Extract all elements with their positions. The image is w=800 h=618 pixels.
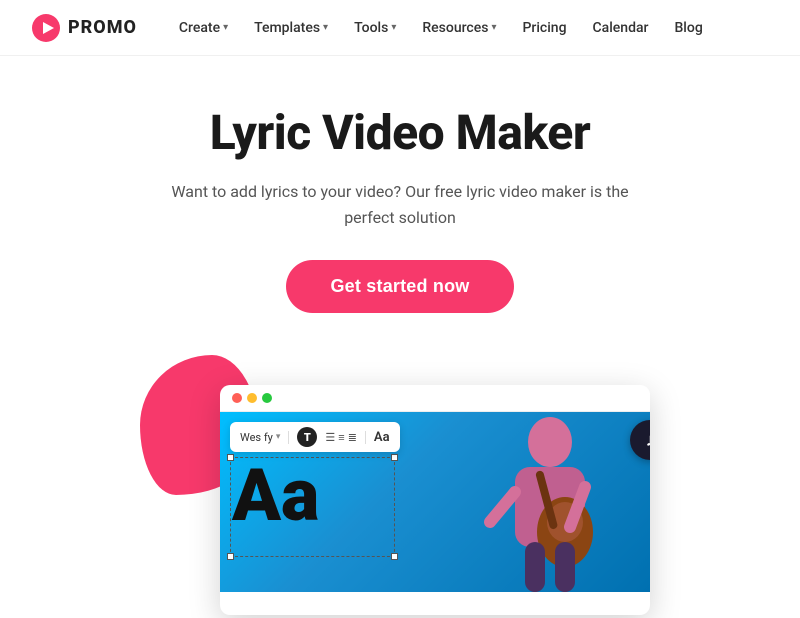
text-align-controls: ☰ ≡ ≣ bbox=[325, 431, 366, 444]
align-right-icon[interactable]: ≣ bbox=[348, 431, 357, 444]
preview-container: Wes fy ▾ T ☰ ≡ ≣ Aa bbox=[170, 365, 630, 605]
music-button[interactable]: ♪ bbox=[630, 420, 650, 460]
selection-handle-bl[interactable] bbox=[227, 553, 234, 560]
selection-handle-tl[interactable] bbox=[227, 454, 234, 461]
cta-button[interactable]: Get started now bbox=[286, 260, 513, 313]
nav-item-calendar[interactable]: Calendar bbox=[583, 14, 659, 42]
video-background: Wes fy ▾ T ☰ ≡ ≣ Aa bbox=[220, 412, 650, 592]
chevron-down-icon: ▾ bbox=[491, 22, 496, 33]
browser-topbar bbox=[220, 385, 650, 412]
nav-item-blog[interactable]: Blog bbox=[664, 14, 712, 42]
chevron-down-icon: ▾ bbox=[223, 22, 228, 33]
nav-item-resources[interactable]: Resources ▾ bbox=[412, 14, 506, 42]
selection-handle-br[interactable] bbox=[391, 553, 398, 560]
browser-dot-yellow bbox=[247, 393, 257, 403]
hero-section: Lyric Video Maker Want to add lyrics to … bbox=[0, 56, 800, 345]
chevron-down-icon: ▾ bbox=[391, 22, 396, 33]
chevron-down-icon: ▾ bbox=[323, 22, 328, 33]
font-size-button[interactable]: Aa bbox=[374, 430, 390, 445]
nav-item-templates[interactable]: Templates ▾ bbox=[244, 14, 338, 42]
guitarist-figure bbox=[470, 412, 630, 592]
nav-item-pricing[interactable]: Pricing bbox=[512, 14, 576, 42]
logo-text: PROMO bbox=[68, 17, 137, 38]
bold-button[interactable]: T bbox=[297, 427, 317, 447]
editor-toolbar: Wes fy ▾ T ☰ ≡ ≣ Aa bbox=[230, 422, 400, 452]
browser-dot-green bbox=[262, 393, 272, 403]
preview-section: Wes fy ▾ T ☰ ≡ ≣ Aa bbox=[0, 345, 800, 605]
browser-mockup: Wes fy ▾ T ☰ ≡ ≣ Aa bbox=[220, 385, 650, 615]
navigation: PROMO Create ▾ Templates ▾ Tools ▾ Resou… bbox=[0, 0, 800, 56]
guitarist-svg bbox=[470, 412, 630, 592]
font-name: Wes fy bbox=[240, 431, 273, 444]
nav-item-create[interactable]: Create ▾ bbox=[169, 14, 238, 42]
hero-subtitle: Want to add lyrics to your video? Our fr… bbox=[150, 179, 650, 230]
font-chevron: ▾ bbox=[276, 432, 281, 442]
logo[interactable]: PROMO bbox=[32, 14, 137, 42]
font-selector: Wes fy ▾ bbox=[240, 431, 289, 444]
nav-item-tools[interactable]: Tools ▾ bbox=[344, 14, 406, 42]
text-selection-box bbox=[230, 457, 395, 557]
page-title: Lyric Video Maker bbox=[210, 104, 590, 161]
logo-icon bbox=[32, 14, 60, 42]
align-center-icon[interactable]: ≡ bbox=[338, 431, 344, 444]
align-left-icon[interactable]: ☰ bbox=[325, 431, 335, 444]
nav-menu: Create ▾ Templates ▾ Tools ▾ Resources ▾… bbox=[169, 14, 713, 42]
browser-dot-red bbox=[232, 393, 242, 403]
selection-handle-tr[interactable] bbox=[391, 454, 398, 461]
